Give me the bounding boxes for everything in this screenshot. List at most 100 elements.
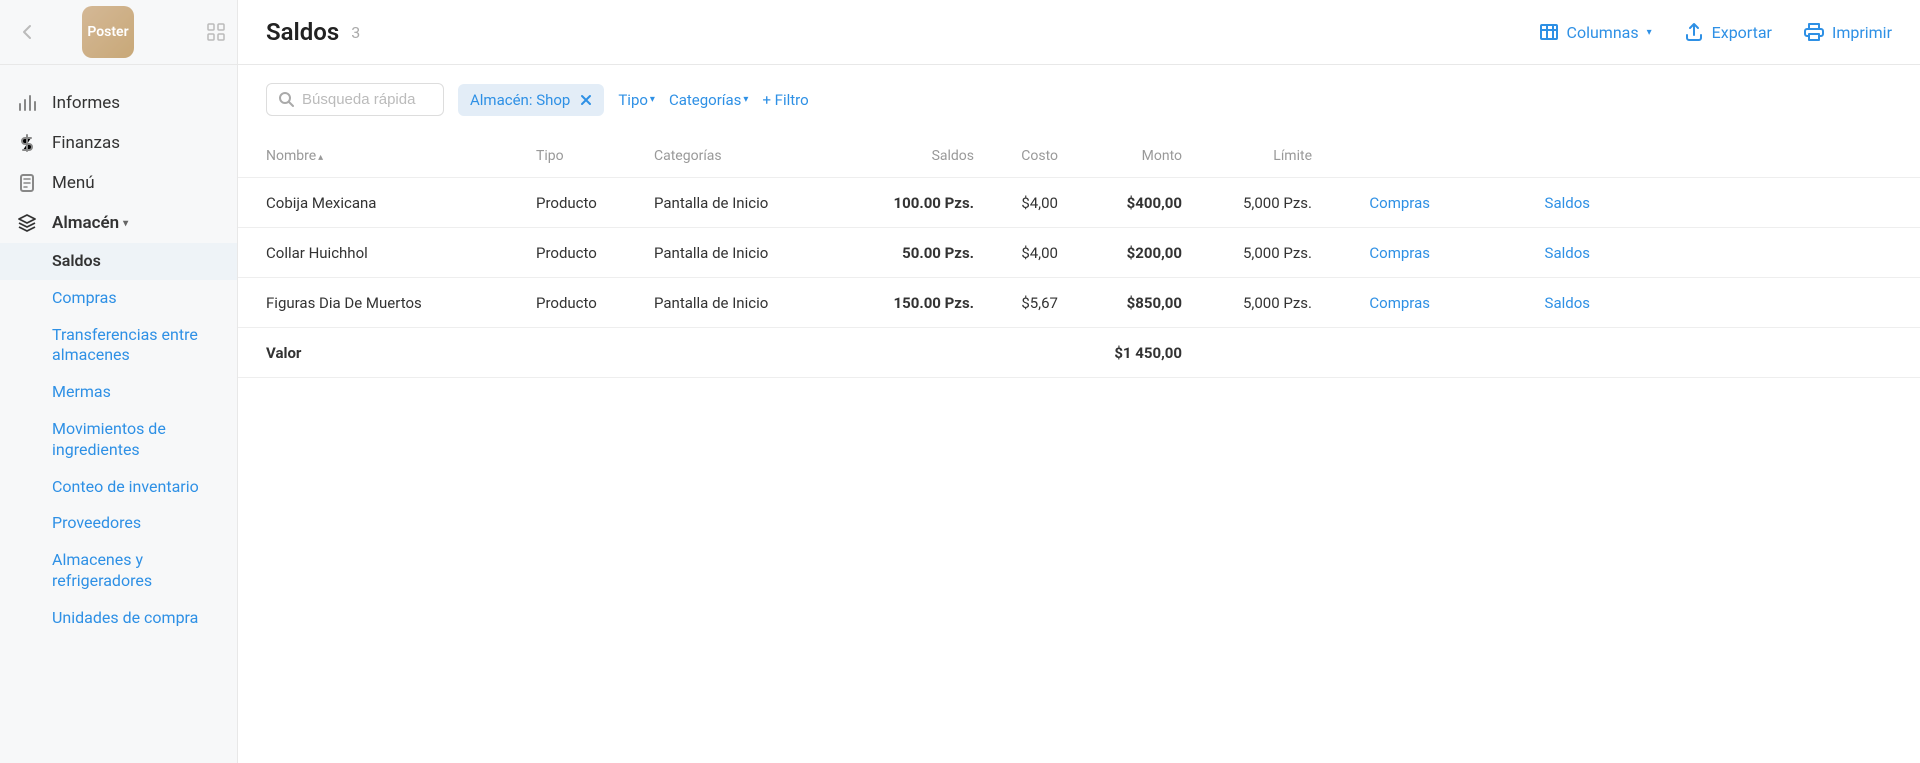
cell-saldos: 150.00 Pzs. — [834, 294, 974, 312]
subnav-unidades[interactable]: Unidades de compra — [0, 600, 237, 637]
cell-limite: 5,000 Pzs. — [1182, 194, 1312, 212]
filter-chip-almacen[interactable]: Almacén: Shop — [458, 84, 604, 116]
col-header-costo[interactable]: Costo — [974, 148, 1058, 164]
cell-tipo: Producto — [536, 294, 654, 312]
row-compras-link[interactable]: Compras — [1369, 244, 1430, 262]
table-row[interactable]: Collar Huichhol Producto Pantalla de Ini… — [238, 228, 1920, 278]
cell-nombre: Collar Huichhol — [266, 244, 536, 262]
filter-categorias[interactable]: Categorías▾ — [669, 91, 749, 109]
logo[interactable]: Poster — [82, 6, 134, 58]
imprimir-button[interactable]: Imprimir — [1804, 22, 1892, 42]
back-button[interactable] — [12, 17, 42, 47]
filter-label: Categorías — [669, 91, 741, 109]
subnav-proveedores[interactable]: Proveedores — [0, 505, 237, 542]
logo-text: Poster — [87, 24, 128, 40]
row-saldos-link[interactable]: Saldos — [1545, 244, 1590, 262]
subnav-label: Almacenes y refrigeradores — [52, 550, 152, 590]
subnav-saldos[interactable]: Saldos — [0, 243, 237, 280]
filter-label: + Filtro — [762, 91, 808, 109]
table: Nombre▴ Tipo Categorías Saldos Costo Mon… — [238, 134, 1920, 378]
columnas-label: Columnas — [1567, 23, 1639, 42]
cell-categoria: Pantalla de Inicio — [654, 194, 834, 212]
row-saldos-link[interactable]: Saldos — [1545, 294, 1590, 312]
sidebar: Poster Informes Finanzas Menú Almacén ▾ — [0, 0, 238, 763]
nav-label: Finanzas — [52, 133, 120, 153]
document-icon — [18, 174, 40, 192]
subnav-label: Unidades de compra — [52, 608, 198, 627]
cell-costo: $4,00 — [974, 244, 1058, 262]
col-header-limite[interactable]: Límite — [1182, 148, 1312, 164]
table-row[interactable]: Cobija Mexicana Producto Pantalla de Ini… — [238, 178, 1920, 228]
cell-tipo: Producto — [536, 194, 654, 212]
subnav-conteo[interactable]: Conteo de inventario — [0, 469, 237, 506]
search-input[interactable] — [302, 91, 431, 108]
header: Saldos 3 Columnas ▾ Exportar Imprimir — [238, 0, 1920, 65]
footer-total: $1 450,00 — [1058, 344, 1182, 362]
chevron-down-icon: ▾ — [123, 218, 128, 229]
filters: Almacén: Shop Tipo▾ Categorías▾ + Filtro — [238, 65, 1920, 134]
apps-button[interactable] — [207, 23, 225, 41]
nav-finanzas[interactable]: Finanzas — [0, 123, 237, 163]
page-count: 3 — [351, 23, 360, 42]
subnav-label: Compras — [52, 288, 117, 307]
subnav-label: Transferencias entre almacenes — [52, 325, 198, 365]
subnav-compras[interactable]: Compras — [0, 280, 237, 317]
cell-nombre: Figuras Dia De Muertos — [266, 294, 536, 312]
col-header-nombre[interactable]: Nombre▴ — [266, 148, 536, 164]
filter-tipo[interactable]: Tipo▾ — [618, 91, 655, 109]
subnav-movimientos[interactable]: Movimientos de ingredientes — [0, 411, 237, 469]
exportar-button[interactable]: Exportar — [1684, 22, 1772, 42]
subnav-mermas[interactable]: Mermas — [0, 374, 237, 411]
nav-menu[interactable]: Menú — [0, 163, 237, 203]
chevron-down-icon: ▾ — [1647, 27, 1652, 38]
col-header-tipo[interactable]: Tipo — [536, 148, 654, 164]
print-icon — [1804, 22, 1824, 42]
cell-monto: $850,00 — [1058, 294, 1182, 312]
subnav-label: Conteo de inventario — [52, 477, 199, 496]
nav: Informes Finanzas Menú Almacén ▾ Saldos … — [0, 65, 237, 637]
nav-almacen[interactable]: Almacén ▾ — [0, 203, 237, 243]
header-actions: Columnas ▾ Exportar Imprimir — [1539, 22, 1892, 42]
columnas-button[interactable]: Columnas ▾ — [1539, 22, 1652, 42]
imprimir-label: Imprimir — [1832, 23, 1892, 42]
subnav-transferencias[interactable]: Transferencias entre almacenes — [0, 317, 237, 375]
search-box[interactable] — [266, 83, 444, 116]
subnav-label: Mermas — [52, 382, 111, 401]
table-footer: Valor $1 450,00 — [238, 328, 1920, 378]
filter-label: Tipo — [618, 91, 648, 109]
cell-categoria: Pantalla de Inicio — [654, 244, 834, 262]
subnav-label: Proveedores — [52, 513, 141, 532]
col-header-monto[interactable]: Monto — [1058, 148, 1182, 164]
cell-saldos: 50.00 Pzs. — [834, 244, 974, 262]
nav-label: Informes — [52, 93, 120, 113]
cell-categoria: Pantalla de Inicio — [654, 294, 834, 312]
page-title: Saldos — [266, 18, 339, 46]
main: Saldos 3 Columnas ▾ Exportar Imprimir — [238, 0, 1920, 763]
export-icon — [1684, 22, 1704, 42]
nav-label: Almacén — [52, 213, 119, 233]
footer-label: Valor — [266, 344, 536, 362]
row-saldos-link[interactable]: Saldos — [1545, 194, 1590, 212]
add-filter-button[interactable]: + Filtro — [762, 91, 808, 109]
row-compras-link[interactable]: Compras — [1369, 294, 1430, 312]
subnav-label: Saldos — [52, 251, 101, 270]
chevron-down-icon: ▾ — [743, 94, 748, 105]
chip-label: Almacén: Shop — [470, 91, 570, 109]
chevron-left-icon — [22, 24, 32, 40]
chip-remove[interactable] — [580, 94, 592, 106]
search-icon — [279, 92, 294, 107]
nav-informes[interactable]: Informes — [0, 83, 237, 123]
table-header: Nombre▴ Tipo Categorías Saldos Costo Mon… — [238, 134, 1920, 178]
col-header-saldos[interactable]: Saldos — [834, 148, 974, 164]
cell-costo: $4,00 — [974, 194, 1058, 212]
nav-label: Menú — [52, 173, 95, 193]
col-header-categorias[interactable]: Categorías — [654, 148, 834, 164]
row-compras-link[interactable]: Compras — [1369, 194, 1430, 212]
table-row[interactable]: Figuras Dia De Muertos Producto Pantalla… — [238, 278, 1920, 328]
cell-limite: 5,000 Pzs. — [1182, 244, 1312, 262]
cell-limite: 5,000 Pzs. — [1182, 294, 1312, 312]
exportar-label: Exportar — [1712, 23, 1772, 42]
subnav-almacenes[interactable]: Almacenes y refrigeradores — [0, 542, 237, 600]
cell-saldos: 100.00 Pzs. — [834, 194, 974, 212]
cell-monto: $400,00 — [1058, 194, 1182, 212]
